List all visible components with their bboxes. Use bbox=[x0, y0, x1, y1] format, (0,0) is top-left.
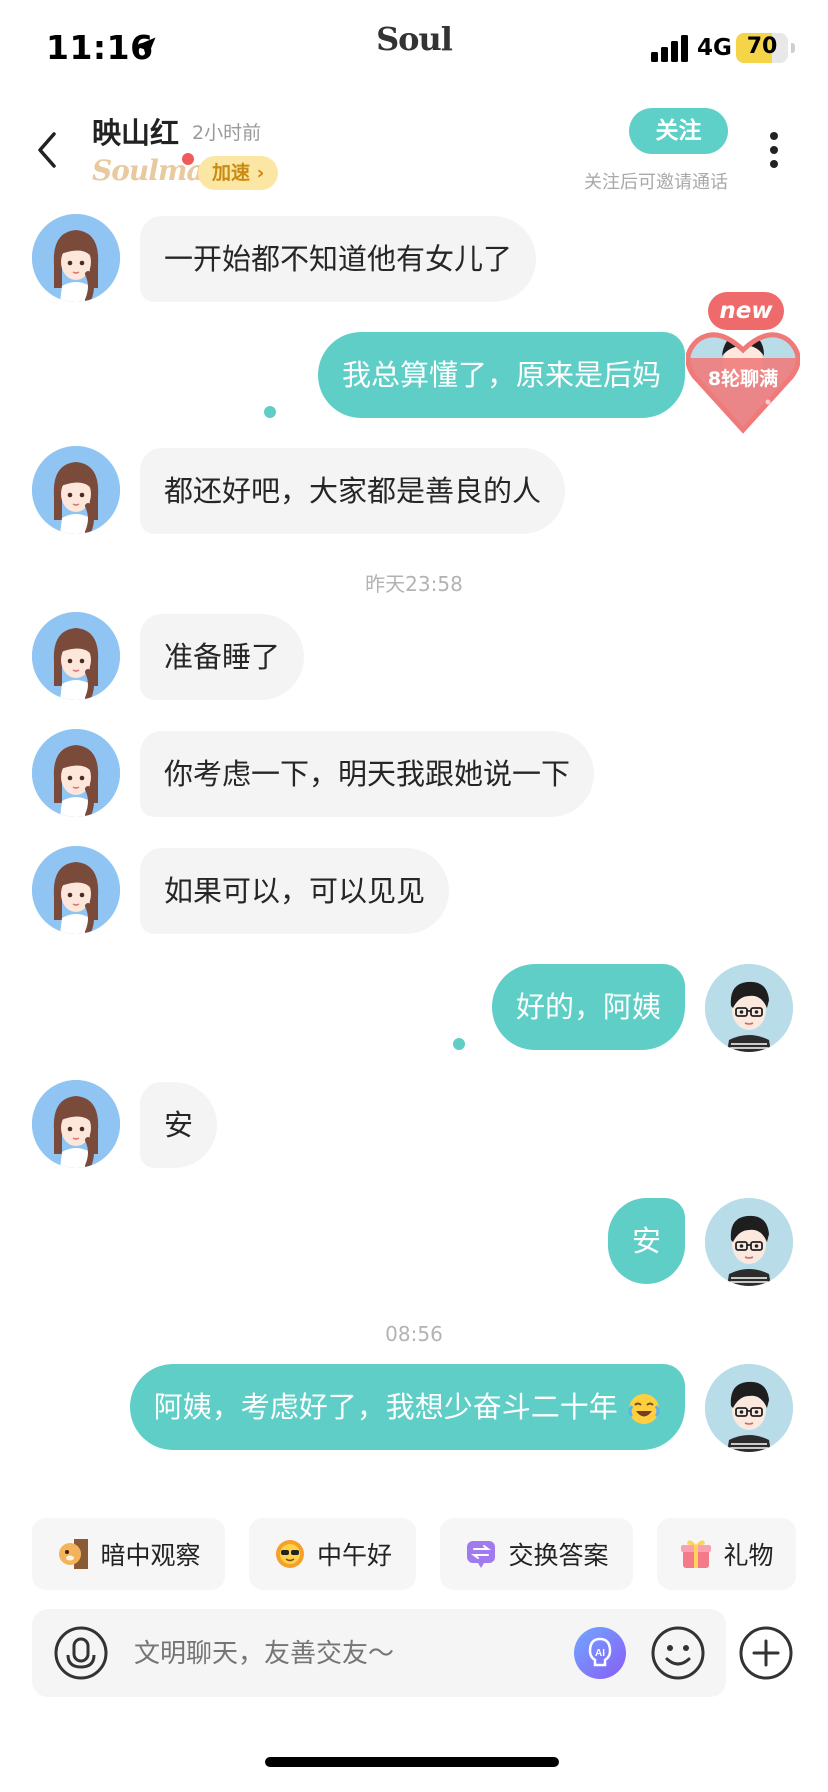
message-bubble-incoming[interactable]: 都还好吧，大家都是善良的人 bbox=[140, 448, 566, 534]
cellular-signal-icon bbox=[651, 35, 688, 62]
crying-laughing-emoji-icon bbox=[628, 1394, 660, 1424]
quick-action-peek[interactable]: 暗中观察 bbox=[32, 1518, 225, 1590]
exchange-icon bbox=[467, 1541, 496, 1568]
new-badge: new bbox=[708, 292, 784, 330]
follow-button[interactable]: 关注 bbox=[629, 108, 728, 154]
gift-icon bbox=[681, 1540, 712, 1568]
my-avatar[interactable] bbox=[705, 1198, 793, 1286]
quick-action-good-noon[interactable]: 中午好 bbox=[249, 1518, 416, 1590]
battery-icon: 70 bbox=[736, 33, 788, 63]
contact-avatar[interactable] bbox=[32, 446, 120, 534]
contact-avatar[interactable] bbox=[32, 612, 120, 700]
battery-level: 70 bbox=[746, 34, 778, 59]
follow-hint: 关注后可邀请通话 bbox=[584, 172, 728, 193]
message-bubble-incoming[interactable]: 安 bbox=[140, 1082, 218, 1168]
quick-action-label: 暗中观察 bbox=[100, 1541, 201, 1570]
quick-action-label: 礼物 bbox=[723, 1541, 774, 1570]
message-bubble-incoming[interactable]: 如果可以，可以见见 bbox=[140, 848, 450, 934]
chat-rounds-label: 8轮聊满 bbox=[707, 368, 779, 390]
emoji-smile-icon[interactable] bbox=[650, 1625, 706, 1681]
contact-avatar[interactable] bbox=[32, 1080, 120, 1168]
more-options-icon[interactable] bbox=[764, 126, 784, 174]
quick-action-label: 中午好 bbox=[316, 1541, 392, 1570]
svg-text:AI: AI bbox=[595, 1648, 605, 1659]
quick-action-label: 交换答案 bbox=[508, 1541, 609, 1570]
home-indicator[interactable] bbox=[265, 1757, 559, 1767]
timestamp: 昨天23:58 bbox=[365, 572, 463, 596]
contact-avatar[interactable] bbox=[32, 214, 120, 302]
notification-dot bbox=[182, 153, 194, 165]
sun-sunglasses-icon bbox=[275, 1540, 304, 1568]
read-indicator-dot bbox=[264, 406, 276, 418]
message-text: 阿姨，考虑好了，我想少奋斗二十年 bbox=[153, 1390, 618, 1424]
ai-assistant-icon[interactable]: AI bbox=[572, 1625, 628, 1681]
message-bubble-outgoing[interactable]: 好的，阿姨 bbox=[491, 964, 685, 1050]
contact-avatar[interactable] bbox=[32, 846, 120, 934]
contact-name[interactable]: 映山红 bbox=[92, 110, 179, 152]
add-more-icon[interactable] bbox=[738, 1625, 794, 1681]
timestamp: 08:56 bbox=[385, 1322, 443, 1346]
peek-dog-icon bbox=[59, 1539, 89, 1569]
network-type: 4G bbox=[697, 35, 732, 61]
contact-avatar[interactable] bbox=[32, 729, 120, 817]
status-bar: 11:16 Soul 4G 70 bbox=[0, 0, 828, 96]
back-arrow-icon[interactable] bbox=[28, 126, 68, 174]
battery-nub bbox=[791, 43, 795, 53]
my-avatar[interactable] bbox=[705, 964, 793, 1052]
voice-mic-icon[interactable] bbox=[53, 1625, 109, 1681]
chat-header: 映山红 2小时前 Soulmate 加速 › 关注 关注后可邀请通话 bbox=[0, 96, 828, 206]
quick-action-gift[interactable]: 礼物 bbox=[657, 1518, 796, 1590]
message-bubble-incoming[interactable]: 你考虑一下，明天我跟她说一下 bbox=[140, 731, 595, 817]
last-seen: 2小时前 bbox=[192, 122, 262, 144]
message-bubble-incoming[interactable]: 一开始都不知道他有女儿了 bbox=[140, 216, 537, 302]
message-bubble-outgoing[interactable]: 阿姨，考虑好了，我想少奋斗二十年 bbox=[129, 1364, 685, 1450]
read-indicator-dot bbox=[453, 1038, 465, 1050]
message-bubble-incoming[interactable]: 准备睡了 bbox=[140, 614, 305, 700]
speed-up-button[interactable]: 加速 › bbox=[198, 156, 279, 190]
message-bubble-outgoing[interactable]: 我总算懂了，原来是后妈 bbox=[317, 332, 685, 418]
message-bubble-outgoing[interactable]: 安 bbox=[607, 1198, 685, 1284]
my-avatar[interactable] bbox=[705, 1364, 793, 1452]
quick-action-exchange-answers[interactable]: 交换答案 bbox=[440, 1518, 633, 1590]
message-input[interactable] bbox=[132, 1625, 556, 1683]
